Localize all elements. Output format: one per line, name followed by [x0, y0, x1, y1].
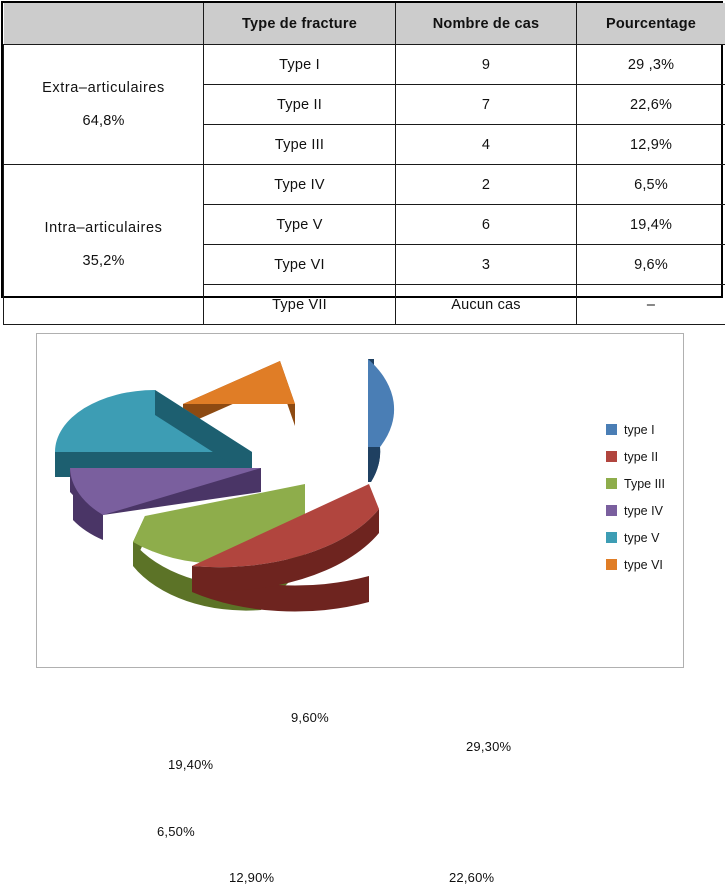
- cell-type: Type V: [204, 205, 396, 245]
- legend-label: type VI: [624, 558, 663, 572]
- data-label-type-v: 19,40%: [168, 757, 213, 772]
- cell-cases: 3: [396, 245, 577, 285]
- cell-percent: –: [577, 285, 725, 325]
- legend-swatch-icon: [606, 478, 617, 489]
- cell-cases: Aucun cas: [396, 285, 577, 325]
- table-row: Extra–articulaires 64,8% Type I 9 29 ,3%: [4, 45, 725, 85]
- cell-cases: 9: [396, 45, 577, 85]
- group-percent: 64,8%: [6, 105, 201, 138]
- cell-percent: 12,9%: [577, 125, 725, 165]
- legend-item-type-vi[interactable]: type VI: [606, 551, 684, 578]
- pie-slice-type-i: [368, 359, 395, 494]
- pie-chart-svg: [37, 334, 597, 669]
- group-cell-intra-articulaires: Intra–articulaires 35,2%: [4, 165, 204, 325]
- data-label-type-vi: 9,60%: [291, 710, 329, 725]
- column-header-group: [4, 3, 204, 45]
- data-label-type-i: 29,30%: [466, 739, 511, 754]
- cell-cases: 2: [396, 165, 577, 205]
- cell-percent: 22,6%: [577, 85, 725, 125]
- cell-type: Type III: [204, 125, 396, 165]
- table: Type de fracture Nombre de cas Pourcenta…: [3, 3, 725, 325]
- legend-swatch-icon: [606, 505, 617, 516]
- data-label-type-iv: 6,50%: [157, 824, 195, 839]
- chart-legend: type I type II Type III type IV type V t…: [606, 416, 684, 578]
- legend-swatch-icon: [606, 532, 617, 543]
- legend-item-type-i[interactable]: type I: [606, 416, 684, 443]
- legend-label: type II: [624, 450, 658, 464]
- cell-cases: 6: [396, 205, 577, 245]
- table-row: Intra–articulaires 35,2% Type IV 2 6,5%: [4, 165, 725, 205]
- legend-swatch-icon: [606, 424, 617, 435]
- cell-cases: 7: [396, 85, 577, 125]
- cell-type: Type II: [204, 85, 396, 125]
- cell-percent: 6,5%: [577, 165, 725, 205]
- legend-item-type-iv[interactable]: type IV: [606, 497, 684, 524]
- legend-label: type IV: [624, 504, 663, 518]
- cell-percent: 9,6%: [577, 245, 725, 285]
- table-header-row: Type de fracture Nombre de cas Pourcenta…: [4, 3, 725, 45]
- fracture-types-table: Type de fracture Nombre de cas Pourcenta…: [1, 1, 723, 298]
- legend-item-type-ii[interactable]: type II: [606, 443, 684, 470]
- group-label: Intra–articulaires: [6, 212, 201, 245]
- data-label-type-ii: 22,60%: [449, 870, 494, 885]
- legend-swatch-icon: [606, 451, 617, 462]
- pie-slice-type-vi: [183, 361, 295, 426]
- cell-type: Type IV: [204, 165, 396, 205]
- legend-item-type-v[interactable]: type V: [606, 524, 684, 551]
- cell-type: Type VI: [204, 245, 396, 285]
- column-header-type: Type de fracture: [204, 3, 396, 45]
- cell-percent: 19,4%: [577, 205, 725, 245]
- column-header-cases: Nombre de cas: [396, 3, 577, 45]
- cell-percent: 29 ,3%: [577, 45, 725, 85]
- legend-item-type-iii[interactable]: Type III: [606, 470, 684, 497]
- legend-label: Type III: [624, 477, 665, 491]
- legend-label: type I: [624, 423, 655, 437]
- column-header-percent: Pourcentage: [577, 3, 725, 45]
- pie-chart-plot: 9,60% 19,40% 6,50% 12,90% 29,30% 22,60%: [37, 334, 597, 669]
- group-percent: 35,2%: [6, 245, 201, 278]
- legend-swatch-icon: [606, 559, 617, 570]
- group-label: Extra–articulaires: [6, 72, 201, 105]
- cell-type: Type VII: [204, 285, 396, 325]
- data-label-type-iii: 12,90%: [229, 870, 274, 885]
- cell-type: Type I: [204, 45, 396, 85]
- pie-chart-frame: 9,60% 19,40% 6,50% 12,90% 29,30% 22,60% …: [36, 333, 684, 668]
- legend-label: type V: [624, 531, 659, 545]
- group-cell-extra-articulaires: Extra–articulaires 64,8%: [4, 45, 204, 165]
- cell-cases: 4: [396, 125, 577, 165]
